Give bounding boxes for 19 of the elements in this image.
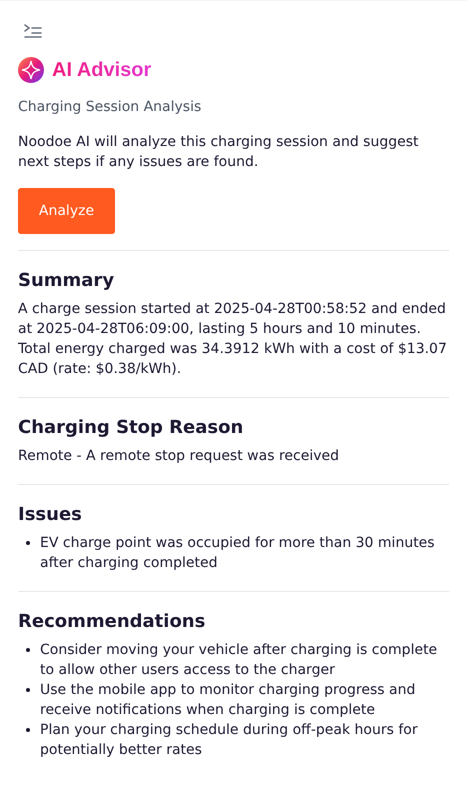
bullet-icon	[26, 541, 30, 545]
section-heading: Charging Stop Reason	[18, 416, 244, 440]
bullet-icon	[26, 728, 30, 732]
bullet-icon	[26, 688, 30, 692]
list-item-text: Use the mobile app to monitor charging progress and receive notifications when charging is complete	[40, 681, 416, 720]
analyze-button[interactable]: Analyze	[18, 188, 115, 234]
sidebar-toggle-icon[interactable]	[24, 23, 42, 39]
section-text: A charge session started at 2025-04-28T00:58:52 and ended at 2025-04-28T06:09:00, lasting 5 hours and 10 minutes. Total energy charged was 34.3912 kWh with a cost of $13.07 CAD (rate: $0.38/kWh).	[18, 300, 448, 379]
sparkle-logo-icon	[18, 57, 44, 83]
section-heading: Summary	[18, 269, 116, 293]
bullet-icon	[26, 648, 30, 652]
section-heading: Recommendations	[18, 610, 206, 634]
section-heading: Issues	[18, 503, 83, 527]
subtitle: Charging Session Analysis	[18, 98, 202, 117]
list-item-text: Plan your charging schedule during off-peak hours for potentially better rates	[40, 721, 419, 760]
list-item-text: Consider moving your vehicle after charging is complete to allow other users access to the charger	[40, 641, 438, 680]
list-item-text: EV charge point was occupied for more than 30 minutes after charging completed	[40, 534, 436, 573]
intro-text: Noodoe AI will analyze this charging session and suggest next steps if any issues are found.	[18, 133, 420, 172]
section-text: Remote - A remote stop request was received	[18, 447, 340, 466]
